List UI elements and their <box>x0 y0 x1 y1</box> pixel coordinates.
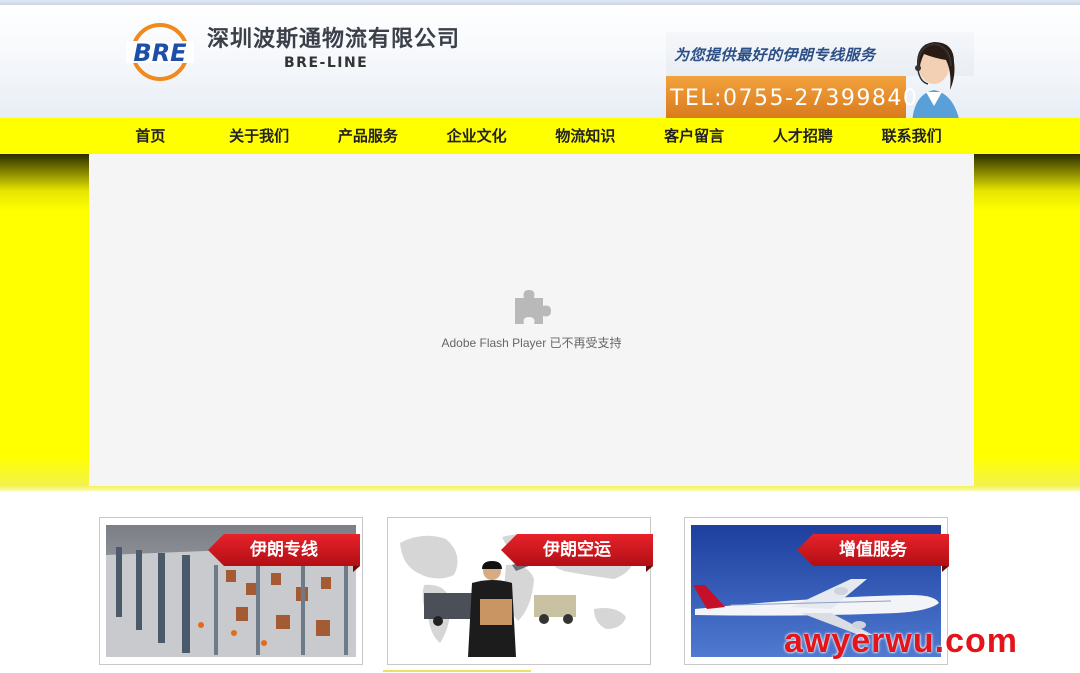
company-logo[interactable]: BRE <box>124 21 196 83</box>
card-iran-line[interactable]: 伊朗专线 <box>99 517 363 665</box>
card-tag-iran-air: 伊朗空运 <box>501 534 653 566</box>
nav-item-about[interactable]: 关于我们 <box>205 118 314 154</box>
nav-item-contact[interactable]: 联系我们 <box>857 118 966 154</box>
logo-text: BRE <box>133 39 187 67</box>
watermark: awyerwu.com <box>784 622 1018 660</box>
hotline-banner: 为您提供最好的伊朗专线服务 TEL:0755-27399840 <box>666 32 974 123</box>
flash-unsupported-message: Adobe Flash Player 已不再受支持 <box>441 336 622 350</box>
customer-service-agent-icon <box>912 42 960 123</box>
site-header: BRE 深圳波斯通物流有限公司 BRE-LINE 为您提供最好的伊朗专线服务 T… <box>0 5 1080 123</box>
nav-item-knowledge[interactable]: 物流知识 <box>531 118 640 154</box>
main-nav: 首页 关于我们 产品服务 企业文化 物流知识 客户留言 人才招聘 联系我们 <box>0 118 1080 154</box>
company-name: 深圳波斯通物流有限公司 <box>207 27 461 52</box>
section-divider <box>383 670 531 672</box>
card-iran-air[interactable]: 伊朗空运 <box>387 517 653 665</box>
flash-placeholder[interactable]: Adobe Flash Player 已不再受支持 <box>89 154 974 486</box>
nav-item-careers[interactable]: 人才招聘 <box>749 118 858 154</box>
banner-slogan: 为您提供最好的伊朗专线服务 <box>674 46 876 64</box>
nav-item-home[interactable]: 首页 <box>96 118 205 154</box>
nav-item-culture[interactable]: 企业文化 <box>422 118 531 154</box>
nav-item-products[interactable]: 产品服务 <box>314 118 423 154</box>
card-tag-value-added: 增值服务 <box>797 534 949 566</box>
hero-band-edge <box>0 486 1080 491</box>
banner-phone: TEL:0755-27399840 <box>670 86 919 111</box>
nav-item-messages[interactable]: 客户留言 <box>640 118 749 154</box>
puzzle-piece-icon <box>515 290 551 324</box>
company-subtitle: BRE-LINE <box>284 55 369 71</box>
card-tag-iran-line: 伊朗专线 <box>208 534 360 566</box>
